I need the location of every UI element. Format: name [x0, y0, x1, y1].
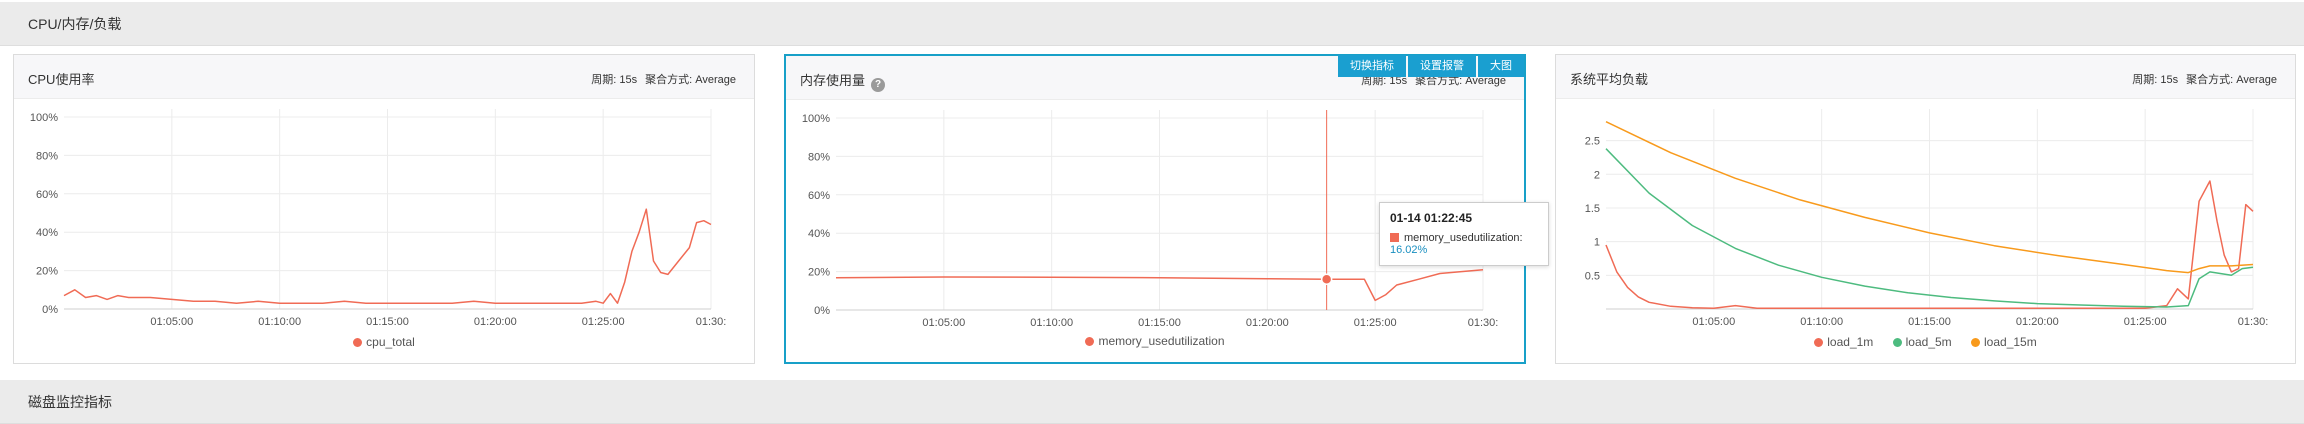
- legend-item-load-1m[interactable]: load_1m: [1814, 335, 1873, 349]
- legend-label: load_1m: [1827, 335, 1874, 349]
- legend-swatch: [353, 338, 363, 347]
- x-tick-label: 01:30:: [1468, 317, 1499, 329]
- x-tick-label: 01:30:: [696, 316, 727, 328]
- x-tick-label: 01:25:00: [582, 316, 625, 328]
- memory-usage-panel: 内存使用量? 周期: 15s 聚合方式: Average 切换指标 设置报警 大图…: [784, 54, 1549, 364]
- y-tick-label: 60%: [36, 189, 58, 201]
- section-header-disk: 磁盘监控指标: [0, 380, 2304, 424]
- legend-label: memory_usedutilization: [1098, 334, 1225, 348]
- tooltip-value: 16.02%: [1390, 244, 1428, 256]
- x-tick-label: 01:10:00: [258, 316, 301, 328]
- y-tick-label: 0%: [42, 304, 58, 316]
- chart-legend: load_1m load_5m load_15m: [1556, 335, 2295, 349]
- legend-swatch: [1814, 338, 1824, 347]
- x-tick-label: 01:20:00: [1246, 317, 1289, 329]
- section-title: 磁盘监控指标: [28, 394, 112, 410]
- help-icon[interactable]: ?: [871, 78, 886, 92]
- panel-header: 内存使用量? 周期: 15s 聚合方式: Average 切换指标 设置报警 大图: [786, 55, 1524, 100]
- x-tick-label: 01:15:00: [366, 316, 409, 328]
- y-tick-label: 0%: [814, 305, 830, 317]
- x-tick-label: 01:25:00: [1354, 317, 1397, 329]
- x-tick-label: 01:25:00: [2124, 316, 2167, 328]
- x-tick-label: 01:05:00: [922, 317, 965, 329]
- load-average-chart[interactable]: 0.5 1 1.5 2 2.5 01:05:00 01:10:00 01:15:00 01:20…: [1556, 99, 2297, 335]
- cpu-usage-panel: CPU使用率 周期: 15s 聚合方式: Average 0% 20% 40% 60% 8…: [13, 54, 755, 364]
- legend-item-load-5m[interactable]: load_5m: [1892, 335, 1952, 349]
- x-tick-label: 01:10:00: [1800, 316, 1843, 328]
- chart-legend: memory_usedutilization: [786, 334, 1524, 348]
- panel-meta: 周期: 15s 聚合方式: Average: [2124, 71, 2277, 87]
- x-tick-label: 01:05:00: [1692, 316, 1735, 328]
- load-average-panel: 系统平均负载 周期: 15s 聚合方式: Average 0.5 1 1.5 2 2.5 0…: [1555, 54, 2296, 364]
- panel-meta: 周期: 15s 聚合方式: Average: [583, 71, 736, 87]
- legend-label: load_5m: [1905, 335, 1952, 349]
- y-tick-label: 80%: [36, 150, 58, 162]
- y-tick-label: 80%: [808, 151, 830, 163]
- y-tick-label: 1: [1594, 237, 1600, 249]
- x-tick-label: 01:15:00: [1908, 316, 1951, 328]
- set-alarm-button[interactable]: 设置报警: [1408, 55, 1476, 77]
- y-tick-label: 2.5: [1585, 136, 1600, 148]
- y-tick-label: 20%: [808, 267, 830, 279]
- legend-swatch: [1892, 338, 1902, 347]
- legend-swatch: [1971, 338, 1981, 347]
- x-tick-label: 01:15:00: [1138, 317, 1181, 329]
- period-label: 周期: 15s: [591, 74, 638, 86]
- y-tick-label: 40%: [808, 228, 830, 240]
- x-tick-label: 01:20:00: [474, 316, 517, 328]
- switch-metric-button[interactable]: 切换指标: [1338, 55, 1406, 77]
- y-tick-label: 100%: [30, 112, 58, 124]
- chart-tooltip: 01-14 01:22:45 memory_usedutilization: 1…: [1379, 202, 1549, 266]
- panel-title: 系统平均负载: [1570, 72, 1649, 87]
- legend-label: load_15m: [1984, 335, 2037, 349]
- enlarge-chart-button[interactable]: 大图: [1478, 55, 1524, 77]
- tooltip-row: memory_usedutilization: 16.02%: [1390, 232, 1538, 256]
- section-title: CPU/内存/负载: [28, 16, 122, 32]
- section-header-cpu-memory-load: CPU/内存/负载: [0, 2, 2304, 46]
- chart-legend: cpu_total: [14, 335, 754, 349]
- cpu-usage-chart[interactable]: 0% 20% 40% 60% 80% 100% 01:05:00 01:10:00 01:15:…: [14, 99, 756, 335]
- y-tick-label: 40%: [36, 227, 58, 239]
- y-tick-label: 60%: [808, 190, 830, 202]
- panel-actions: 切换指标 设置报警 大图: [1336, 55, 1524, 77]
- aggregation-label: 聚合方式: Average: [645, 74, 736, 86]
- hover-point[interactable]: [1320, 273, 1333, 285]
- y-tick-label: 20%: [36, 266, 58, 278]
- tooltip-time: 01-14 01:22:45: [1390, 211, 1473, 225]
- y-tick-label: 2: [1594, 169, 1600, 181]
- legend-swatch: [1085, 337, 1095, 346]
- panel-header: CPU使用率 周期: 15s 聚合方式: Average: [14, 55, 754, 99]
- y-tick-label: 0.5: [1585, 270, 1600, 282]
- legend-item-cpu-total[interactable]: cpu_total: [353, 335, 415, 349]
- panel-title: CPU使用率: [28, 72, 95, 87]
- x-tick-label: 01:30:: [2238, 316, 2269, 328]
- y-tick-label: 100%: [802, 113, 830, 125]
- legend-label: cpu_total: [366, 335, 415, 349]
- x-tick-label: 01:20:00: [2016, 316, 2059, 328]
- tooltip-series: memory_usedutilization:: [1404, 232, 1523, 244]
- aggregation-label: 聚合方式: Average: [2186, 74, 2277, 86]
- y-tick-label: 1.5: [1585, 203, 1600, 215]
- period-label: 周期: 15s: [2132, 74, 2179, 86]
- x-tick-label: 01:05:00: [150, 316, 193, 328]
- panel-title: 内存使用量?: [800, 70, 886, 92]
- panel-title-text: 内存使用量: [800, 73, 866, 88]
- tooltip-swatch: [1390, 233, 1399, 242]
- x-tick-label: 01:10:00: [1030, 317, 1073, 329]
- legend-item-load-15m[interactable]: load_15m: [1971, 335, 2037, 349]
- legend-item-memory[interactable]: memory_usedutilization: [1085, 334, 1225, 348]
- panel-header: 系统平均负载 周期: 15s 聚合方式: Average: [1556, 55, 2295, 99]
